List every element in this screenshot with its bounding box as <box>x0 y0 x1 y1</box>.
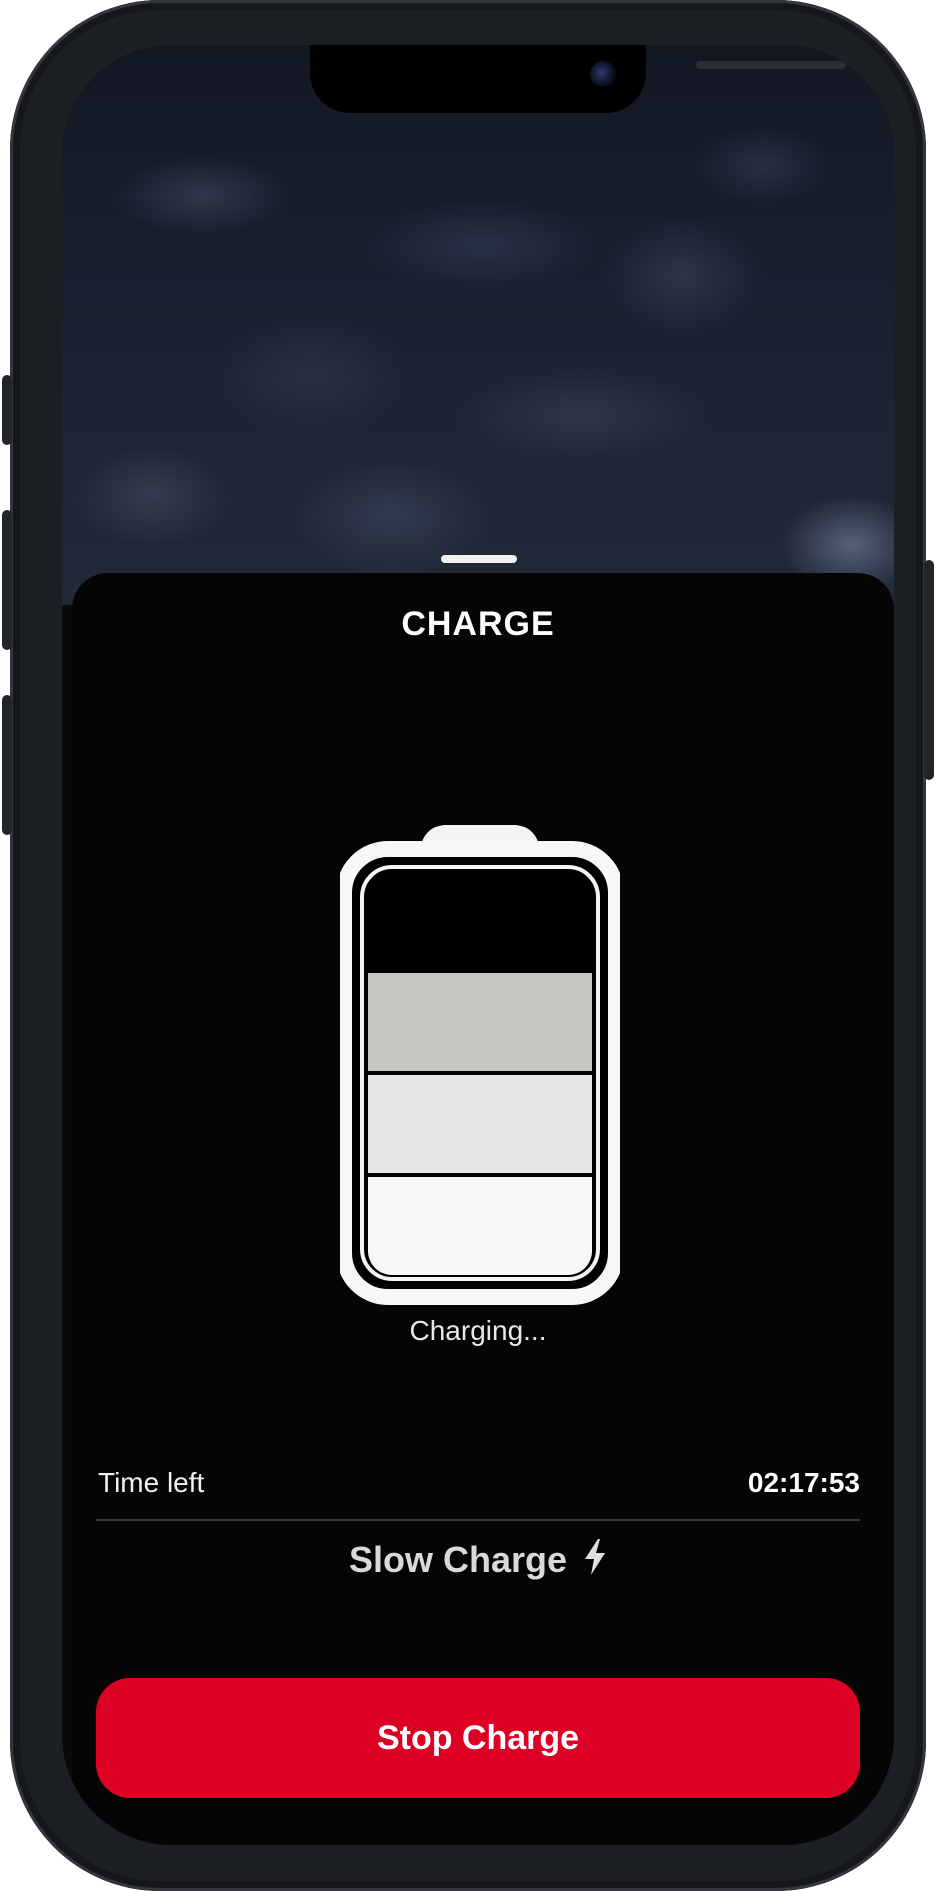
stop-charge-button[interactable]: Stop Charge <box>96 1678 860 1798</box>
lightning-bolt-icon <box>585 1539 606 1575</box>
time-left-label: Time left <box>98 1467 205 1498</box>
charging-status-text: Charging... <box>409 1315 547 1346</box>
divider <box>96 1519 860 1521</box>
front-camera-icon <box>590 61 616 87</box>
volume-up-button <box>2 510 12 650</box>
battery-level-icon <box>340 825 620 1305</box>
wallpaper-background <box>62 45 894 605</box>
charge-mode-indicator: Slow Charge <box>62 1538 894 1581</box>
sheet-grab-handle[interactable] <box>441 555 517 563</box>
time-left-value: 02:17:53 <box>747 1467 860 1498</box>
silent-switch <box>2 375 12 445</box>
phone-screen: CHARGE Charging... Time left 02:17:53 Sl… <box>62 45 894 1845</box>
battery-segment <box>368 973 592 1071</box>
battery-segment-fill <box>368 1177 592 1226</box>
volume-down-button <box>2 695 12 835</box>
battery-segment <box>368 1075 592 1173</box>
power-button <box>924 560 934 780</box>
charge-mode-label: Slow Charge <box>348 1539 568 1580</box>
page-title: CHARGE <box>401 605 555 643</box>
stop-charge-label: Stop Charge <box>376 1718 580 1757</box>
phone-frame: CHARGE Charging... Time left 02:17:53 Sl… <box>2 0 934 1891</box>
notch <box>310 45 846 113</box>
earpiece-speaker <box>696 61 846 69</box>
